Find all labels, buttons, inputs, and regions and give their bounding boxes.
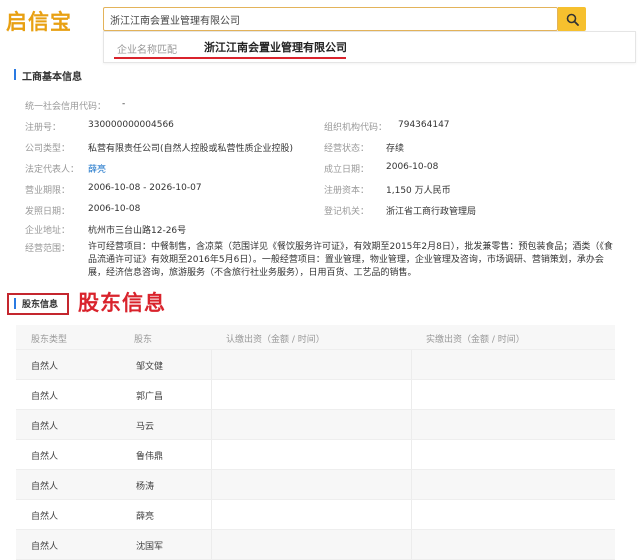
column-divider <box>411 350 412 379</box>
shareholder-table: 股东类型 股东 认缴出资（金额 / 时间） 实缴出资（金额 / 时间） 自然人 … <box>16 325 615 560</box>
suggestion-item[interactable]: 浙江江南会置业管理有限公司 <box>204 39 347 55</box>
label-business-scope: 经营范围： <box>25 244 71 254</box>
table-row: 自然人 薛亮 <box>16 500 615 530</box>
column-divider <box>211 470 212 499</box>
suggestion-match-label: 企业名称匹配 <box>117 45 177 56</box>
value-found-date: 2006-10-08 <box>386 162 439 172</box>
cell-type: 自然人 <box>31 422 59 432</box>
column-divider <box>411 440 412 469</box>
value-status: 存续 <box>386 144 405 154</box>
value-org-code: 794364147 <box>398 120 450 130</box>
label-credit-code: 统一社会信用代码： <box>25 102 107 112</box>
label-business-term: 营业期限： <box>25 186 71 196</box>
label-address: 企业地址： <box>25 226 71 236</box>
label-legal-rep: 法定代表人： <box>25 165 80 175</box>
value-legal-rep-link[interactable]: 薛亮 <box>88 162 106 175</box>
search-box[interactable] <box>103 7 558 31</box>
label-reg-authority: 登记机关： <box>324 207 370 217</box>
cell-type: 自然人 <box>31 482 59 492</box>
value-issue-date: 2006-10-08 <box>88 204 141 214</box>
table-header: 股东类型 股东 认缴出资（金额 / 时间） 实缴出资（金额 / 时间） <box>16 325 615 350</box>
section-title-basic-info: 工商基本信息 <box>22 72 82 83</box>
label-org-code: 组织机构代码： <box>324 123 388 133</box>
column-header: 认缴出资（金额 / 时间） <box>226 335 325 345</box>
red-underline-annotation <box>114 57 346 59</box>
value-business-term: 2006-10-08 - 2026-10-07 <box>88 183 202 193</box>
cell-type: 自然人 <box>31 542 59 552</box>
search-input[interactable] <box>110 8 550 30</box>
search-button[interactable] <box>558 7 586 31</box>
column-divider <box>411 500 412 529</box>
label-found-date: 成立日期： <box>324 165 370 175</box>
column-divider <box>211 500 212 529</box>
column-divider <box>411 470 412 499</box>
column-divider <box>411 530 412 559</box>
value-business-scope: 许可经营项目：中餐制售，含凉菜（范围详见《餐饮服务许可证》，有效期至2015年2… <box>88 242 613 278</box>
label-company-type: 公司类型： <box>25 144 71 154</box>
cell-name[interactable]: 鲁伟鼎 <box>136 449 163 462</box>
value-company-type: 私营有限责任公司(自然人控股或私营性质企业控股) <box>88 144 294 154</box>
column-divider <box>211 350 212 379</box>
cell-name[interactable]: 沈国军 <box>136 539 163 552</box>
cell-name[interactable]: 杨涛 <box>136 479 154 492</box>
table-row: 自然人 鲁伟鼎 <box>16 440 615 470</box>
table-row: 自然人 马云 <box>16 410 615 440</box>
cell-type: 自然人 <box>31 392 59 402</box>
cell-name[interactable]: 邹文健 <box>136 359 163 372</box>
cell-type: 自然人 <box>31 362 59 372</box>
cell-type: 自然人 <box>31 452 59 462</box>
label-reg-number: 注册号： <box>25 123 62 133</box>
value-address: 杭州市三台山路12-26号 <box>88 226 187 236</box>
label-reg-capital: 注册资本： <box>324 186 370 196</box>
site-logo[interactable]: 启信宝 <box>6 6 72 36</box>
column-header: 实缴出资（金额 / 时间） <box>426 335 525 345</box>
column-divider <box>211 410 212 439</box>
cell-name[interactable]: 马云 <box>136 419 154 432</box>
value-reg-number: 330000000004566 <box>88 120 174 130</box>
value-reg-capital: 1,150 万人民币 <box>386 186 451 196</box>
value-credit-code: - <box>122 99 126 109</box>
cell-name[interactable]: 郭广昌 <box>136 389 163 402</box>
section-title-shareholders: 股东信息 <box>22 300 59 310</box>
column-divider <box>211 530 212 559</box>
search-suggestion-dropdown: 企业名称匹配 浙江江南会置业管理有限公司 <box>103 31 636 63</box>
table-row: 自然人 沈国军 <box>16 530 615 560</box>
column-divider <box>211 380 212 409</box>
cell-name[interactable]: 薛亮 <box>136 509 154 522</box>
table-row: 自然人 郭广昌 <box>16 380 615 410</box>
label-status: 经营状态： <box>324 144 370 154</box>
column-header: 股东类型 <box>31 335 68 345</box>
cell-type: 自然人 <box>31 512 59 522</box>
annotation-shareholder-text: 股东信息 <box>78 291 166 315</box>
column-divider <box>411 380 412 409</box>
section-bar <box>14 69 16 80</box>
section-bar <box>14 298 16 309</box>
column-divider <box>411 410 412 439</box>
table-row: 自然人 杨涛 <box>16 470 615 500</box>
column-divider <box>211 440 212 469</box>
column-header: 股东 <box>134 335 153 345</box>
search-icon <box>566 13 579 26</box>
label-issue-date: 发照日期： <box>25 207 71 217</box>
table-row: 自然人 邹文健 <box>16 350 615 380</box>
value-reg-authority: 浙江省工商行政管理局 <box>386 207 477 217</box>
